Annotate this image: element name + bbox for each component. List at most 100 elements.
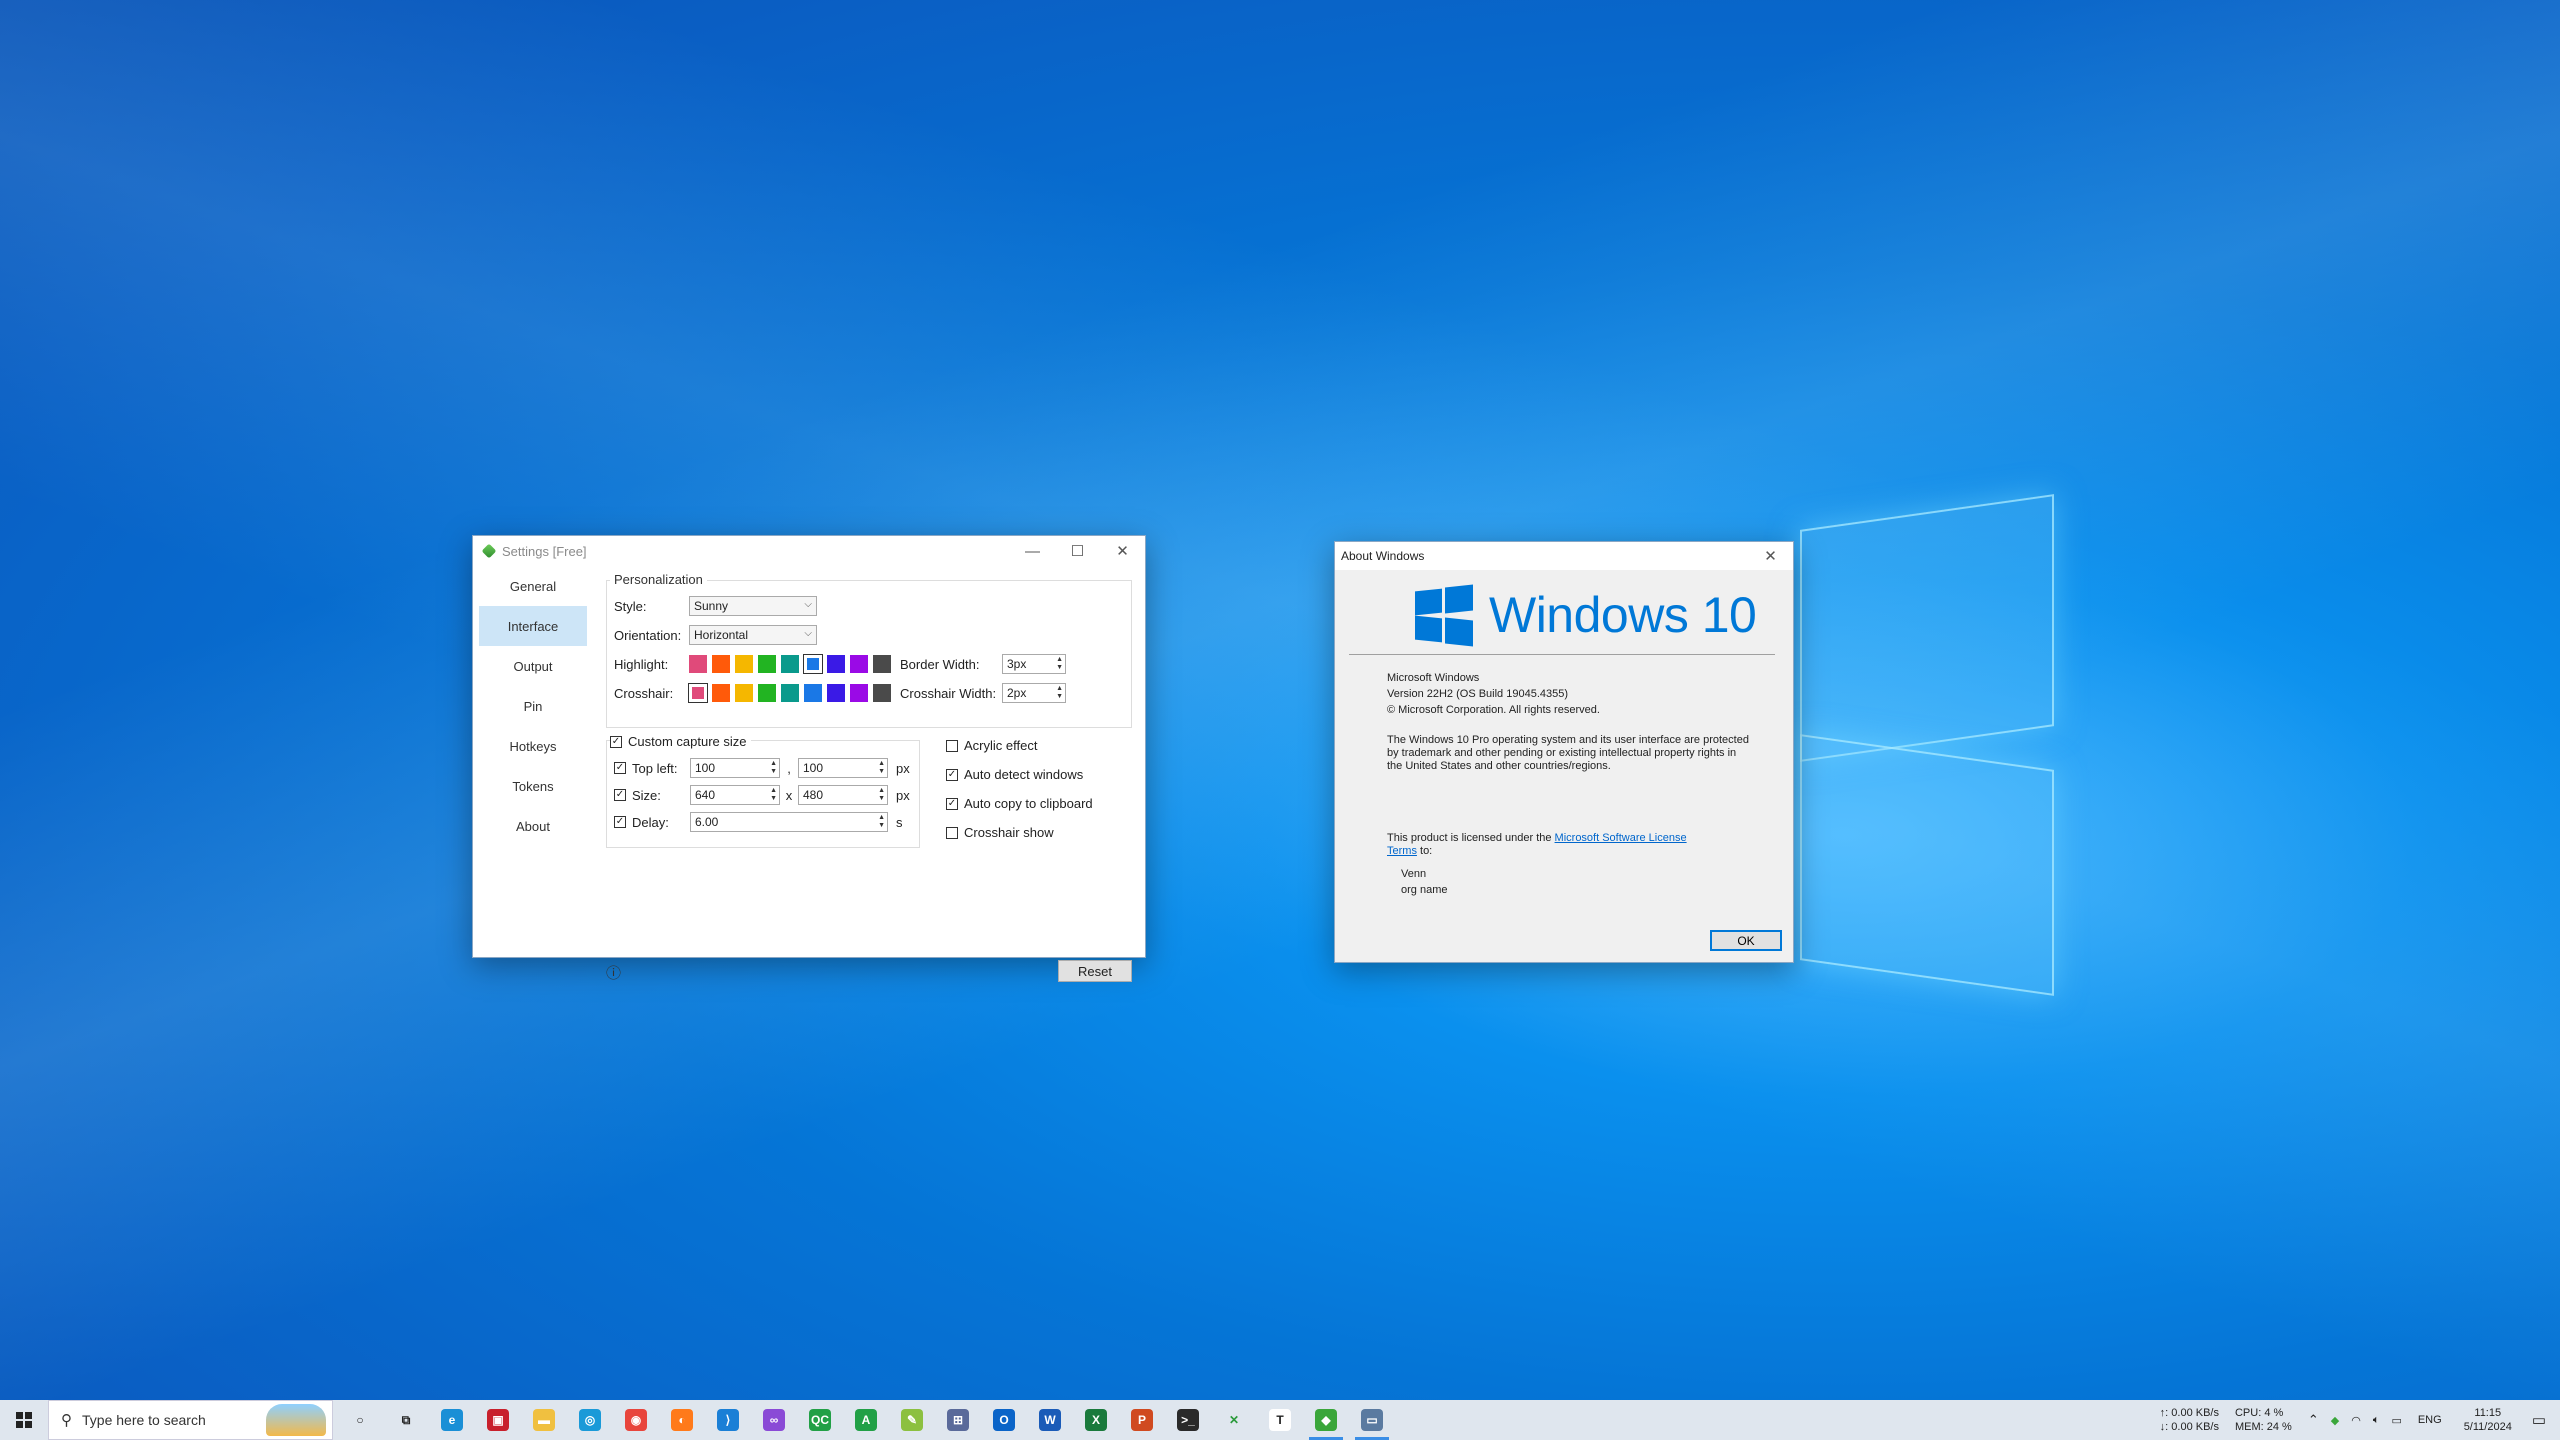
ok-button[interactable]: OK <box>1710 930 1782 951</box>
style-select[interactable]: Sunny ⌵ <box>689 596 817 616</box>
cortana-taskbar-button[interactable]: ○ <box>337 1400 383 1440</box>
highlight-color-swatch[interactable] <box>827 655 845 673</box>
chrome-taskbar-button[interactable]: ◉ <box>613 1400 659 1440</box>
highlight-color-swatch[interactable] <box>735 655 753 673</box>
highlight-color-swatch[interactable] <box>712 655 730 673</box>
nav-general[interactable]: General <box>479 566 587 606</box>
size-checkbox[interactable]: ✓ <box>614 789 626 801</box>
nav-hotkeys[interactable]: Hotkeys <box>479 726 587 766</box>
size-width-input[interactable]: 640 ▲ ▼ <box>690 785 780 805</box>
battery-icon[interactable]: ▭ <box>2391 1414 2401 1427</box>
border-width-input[interactable]: 3px ▲ ▼ <box>1002 654 1066 674</box>
about-titlebar[interactable]: About Windows ✕ <box>1335 542 1793 570</box>
crosshair-color-swatch[interactable] <box>688 683 708 703</box>
spin-arrows-icon[interactable]: ▲ ▼ <box>770 760 777 776</box>
spin-arrows-icon[interactable]: ▲ ▼ <box>878 760 885 776</box>
highlight-color-swatch[interactable] <box>873 655 891 673</box>
close-button[interactable]: ✕ <box>1100 536 1145 566</box>
taskbar-search[interactable]: ⚲ Type here to search <box>48 1400 333 1440</box>
edge-taskbar-button[interactable]: e <box>429 1400 475 1440</box>
highlight-color-swatch[interactable] <box>850 655 868 673</box>
crosshair-color-swatch[interactable] <box>873 684 891 702</box>
top-left-checkbox[interactable]: ✓ <box>614 762 626 774</box>
crosshair-show-checkbox[interactable] <box>946 826 958 839</box>
acrylic-row[interactable]: Acrylic effect <box>946 738 1037 753</box>
custom-capture-checkbox[interactable]: ✓ <box>610 735 622 748</box>
spin-arrows-icon[interactable]: ▲ ▼ <box>878 787 885 803</box>
license-terms-link-2[interactable]: Terms <box>1387 845 1417 857</box>
settings-titlebar[interactable]: Settings [Free] — ☐ ✕ <box>473 536 1145 566</box>
auto-copy-row[interactable]: ✓ Auto copy to clipboard <box>946 796 1093 811</box>
info-icon[interactable]: ⓘ <box>606 962 621 983</box>
snip-app-taskbar-button[interactable]: ◆ <box>1303 1400 1349 1440</box>
wifi-icon[interactable]: ◠ <box>2351 1414 2361 1427</box>
word-taskbar-button[interactable]: W <box>1027 1400 1073 1440</box>
crosshair-color-swatch[interactable] <box>850 684 868 702</box>
a-app-taskbar-button[interactable]: A <box>843 1400 889 1440</box>
search-tool-taskbar-button[interactable]: ◎ <box>567 1400 613 1440</box>
nav-interface[interactable]: Interface <box>479 606 587 646</box>
crosshair-color-swatch[interactable] <box>735 684 753 702</box>
firefox-taskbar-button[interactable]: ◐ <box>659 1400 705 1440</box>
qc-app-taskbar-button[interactable]: QC <box>797 1400 843 1440</box>
spin-arrows-icon[interactable]: ▲ ▼ <box>1056 685 1063 701</box>
top-left-y-input[interactable]: 100 ▲ ▼ <box>798 758 888 778</box>
language-indicator[interactable]: ENG <box>2418 1414 2442 1426</box>
auto-detect-row[interactable]: ✓ Auto detect windows <box>946 767 1083 782</box>
reset-button[interactable]: Reset <box>1058 960 1132 982</box>
task-view-taskbar-button[interactable]: ⧉ <box>383 1400 429 1440</box>
volume-icon[interactable]: 🔈︎ <box>2373 1414 2380 1427</box>
chevron-up-icon[interactable]: ⌃ <box>2308 1412 2319 1428</box>
highlight-color-swatch[interactable] <box>803 654 823 674</box>
crosshair-width-input[interactable]: 2px ▲ ▼ <box>1002 683 1066 703</box>
auto-copy-checkbox[interactable]: ✓ <box>946 797 958 810</box>
about-windows-taskbar-button[interactable]: ▭ <box>1349 1400 1395 1440</box>
delay-input[interactable]: 6.00 ▲ ▼ <box>690 812 888 832</box>
x-tool-taskbar-button[interactable]: ✕ <box>1211 1400 1257 1440</box>
maximize-button[interactable]: ☐ <box>1055 536 1100 566</box>
crosshair-color-swatch[interactable] <box>781 684 799 702</box>
pdf-reader-taskbar-button[interactable]: ▣ <box>475 1400 521 1440</box>
nav-pin[interactable]: Pin <box>479 686 587 726</box>
minimize-button[interactable]: — <box>1010 536 1055 566</box>
size-height-input[interactable]: 480 ▲ ▼ <box>798 785 888 805</box>
crosshair-color-swatch[interactable] <box>804 684 822 702</box>
terminal-taskbar-button[interactable]: >_ <box>1165 1400 1211 1440</box>
custom-capture-row[interactable]: ✓ Custom capture size <box>610 734 751 749</box>
top-left-x-input[interactable]: 100 ▲ ▼ <box>690 758 780 778</box>
snip-tray-icon[interactable]: ◆ <box>2331 1414 2339 1427</box>
highlight-color-swatch[interactable] <box>758 655 776 673</box>
auto-detect-checkbox[interactable]: ✓ <box>946 768 958 781</box>
crosshair-show-row[interactable]: Crosshair show <box>946 825 1054 840</box>
nav-tokens[interactable]: Tokens <box>479 766 587 806</box>
delay-checkbox[interactable]: ✓ <box>614 816 626 828</box>
crosshair-color-swatch[interactable] <box>827 684 845 702</box>
network-tool-taskbar-button[interactable]: ⊞ <box>935 1400 981 1440</box>
crosshair-color-swatch[interactable] <box>712 684 730 702</box>
start-button[interactable] <box>0 1400 48 1440</box>
nav-output[interactable]: Output <box>479 646 587 686</box>
spin-arrows-icon[interactable]: ▲ ▼ <box>770 787 777 803</box>
highlight-color-swatch[interactable] <box>781 655 799 673</box>
acrylic-checkbox[interactable] <box>946 739 958 752</box>
visual-studio-taskbar-button[interactable]: ∞ <box>751 1400 797 1440</box>
excel-taskbar-button[interactable]: X <box>1073 1400 1119 1440</box>
pdf-reader-icon: ▣ <box>487 1409 509 1431</box>
vscode-taskbar-button[interactable]: ⟩ <box>705 1400 751 1440</box>
highlight-color-swatch[interactable] <box>689 655 707 673</box>
spin-arrows-icon[interactable]: ▲ ▼ <box>878 814 885 830</box>
close-button[interactable]: ✕ <box>1748 541 1793 571</box>
notepadpp-taskbar-button[interactable]: ✎ <box>889 1400 935 1440</box>
file-explorer-taskbar-button[interactable]: ▬ <box>521 1400 567 1440</box>
typora-taskbar-button[interactable]: T <box>1257 1400 1303 1440</box>
license-terms-link[interactable]: Microsoft Software License <box>1555 832 1687 844</box>
clock[interactable]: 11:15 5/11/2024 <box>2464 1406 2512 1434</box>
crosshair-color-swatch[interactable] <box>758 684 776 702</box>
powerpoint-taskbar-button[interactable]: P <box>1119 1400 1165 1440</box>
notification-icon[interactable]: ▭ <box>2532 1411 2546 1429</box>
about-windows-icon: ▭ <box>1361 1409 1383 1431</box>
nav-about[interactable]: About <box>479 806 587 846</box>
orientation-select[interactable]: Horizontal ⌵ <box>689 625 817 645</box>
outlook-taskbar-button[interactable]: O <box>981 1400 1027 1440</box>
spin-arrows-icon[interactable]: ▲ ▼ <box>1056 656 1063 672</box>
